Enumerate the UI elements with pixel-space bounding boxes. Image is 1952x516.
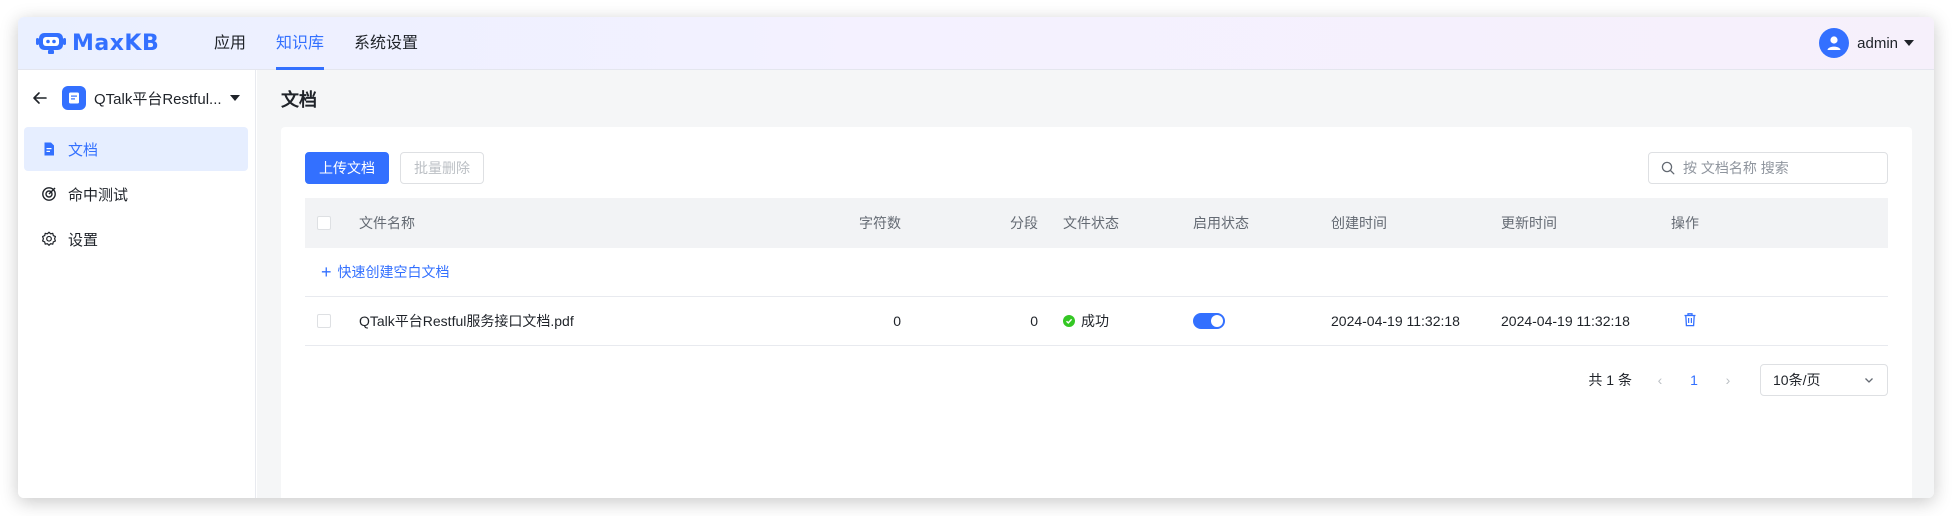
header-ops: 操作 [1671, 215, 1699, 231]
status-label: 成功 [1081, 313, 1109, 329]
documents-card: 上传文档 批量删除 文件名称 字符数 分段 文件状态 启用状态 创建时间 [281, 127, 1912, 498]
sidebar-item-label: 设置 [68, 231, 99, 249]
quick-create-row: + 快速创建空白文档 [305, 248, 1888, 297]
knowledge-base-icon [62, 86, 86, 110]
enable-toggle[interactable] [1193, 313, 1225, 329]
prev-page-icon[interactable]: ‹ [1650, 372, 1670, 388]
plus-icon: + [321, 262, 332, 282]
main-content: 文档 上传文档 批量删除 文件名称 字符数 分段 文件状态 启用状态 [257, 70, 1934, 498]
header-segments[interactable]: 分段 [901, 213, 1038, 233]
sidebar: QTalk平台Restful... 文档 命中测试 设置 [18, 70, 256, 498]
document-icon [40, 140, 58, 158]
user-icon [1827, 36, 1841, 50]
document-updated: 2024-04-19 11:32:18 [1501, 313, 1630, 329]
back-arrow-icon[interactable] [30, 88, 50, 108]
sidebar-item-settings[interactable]: 设置 [24, 217, 248, 261]
target-icon [40, 185, 58, 203]
search-box[interactable] [1648, 152, 1888, 184]
header-updated[interactable]: 更新时间 [1501, 213, 1671, 233]
sidebar-menu: 文档 命中测试 设置 [24, 127, 248, 262]
chevron-down-icon [1904, 40, 1914, 46]
robot-logo-icon [36, 33, 66, 54]
header-name[interactable]: 文件名称 [359, 213, 739, 233]
header-file-status[interactable]: 文件状态 [1038, 213, 1193, 233]
page-number[interactable]: 1 [1678, 372, 1710, 388]
nav-item-settings[interactable]: 系统设置 [354, 17, 418, 70]
top-nav: 应用 知识库 系统设置 [214, 17, 448, 70]
table-header: 文件名称 字符数 分段 文件状态 启用状态 创建时间 更新时间 操作 [305, 198, 1888, 248]
pagination-total: 共 1 条 [1588, 372, 1632, 388]
sidebar-item-hit-test[interactable]: 命中测试 [24, 172, 248, 216]
quick-create-label: 快速创建空白文档 [337, 264, 450, 280]
brand-name: MaxKB [72, 30, 160, 56]
page-size-select[interactable]: 10条/页 [1760, 364, 1888, 396]
pagination: 共 1 条 ‹ 1 › 10条/页 [1588, 364, 1888, 396]
sidebar-item-label: 命中测试 [68, 186, 129, 204]
document-status: 成功 [1038, 311, 1193, 331]
header-enable-status[interactable]: 启用状态 [1193, 213, 1331, 233]
nav-item-apps[interactable]: 应用 [214, 17, 246, 70]
document-chars: 0 [893, 313, 901, 329]
delete-icon[interactable] [1671, 313, 1697, 330]
success-check-icon [1063, 315, 1075, 327]
document-name[interactable]: QTalk平台Restful服务接口文档.pdf [359, 311, 739, 331]
top-header: MaxKB 应用 知识库 系统设置 admin [18, 17, 1934, 70]
quick-create-link[interactable]: + 快速创建空白文档 [305, 262, 450, 282]
sidebar-item-label: 文档 [68, 141, 99, 159]
caret-down-icon[interactable] [230, 95, 240, 101]
kb-name: QTalk平台Restful... [94, 90, 222, 108]
app-window: MaxKB 应用 知识库 系统设置 admin QTalk平台Restful..… [18, 17, 1934, 498]
upload-document-button[interactable]: 上传文档 [305, 152, 389, 184]
table-row[interactable]: QTalk平台Restful服务接口文档.pdf 0 0 成功 2024-04-… [305, 297, 1888, 346]
sidebar-item-documents[interactable]: 文档 [24, 127, 248, 171]
header-created[interactable]: 创建时间 [1331, 213, 1501, 233]
nav-item-knowledge[interactable]: 知识库 [276, 17, 325, 70]
search-input[interactable] [1683, 160, 1873, 176]
username: admin [1857, 34, 1898, 52]
gear-icon [40, 230, 58, 248]
row-checkbox[interactable] [317, 314, 331, 328]
logo[interactable]: MaxKB [36, 27, 159, 59]
document-segments: 0 [1030, 313, 1038, 329]
next-page-icon[interactable]: › [1718, 372, 1738, 388]
documents-table: 文件名称 字符数 分段 文件状态 启用状态 创建时间 更新时间 操作 + 快速创… [305, 198, 1888, 346]
header-chars[interactable]: 字符数 [739, 213, 901, 233]
document-created: 2024-04-19 11:32:18 [1331, 313, 1460, 329]
kb-selector[interactable]: QTalk平台Restful... [30, 84, 248, 112]
batch-delete-button[interactable]: 批量删除 [400, 152, 484, 184]
page-title: 文档 [281, 90, 317, 110]
user-menu[interactable]: admin [1819, 27, 1914, 59]
page-size-value: 10条/页 [1773, 372, 1821, 388]
search-icon [1661, 161, 1675, 175]
avatar [1819, 28, 1850, 58]
select-all-checkbox[interactable] [317, 216, 331, 230]
chevron-down-icon [1865, 378, 1873, 383]
